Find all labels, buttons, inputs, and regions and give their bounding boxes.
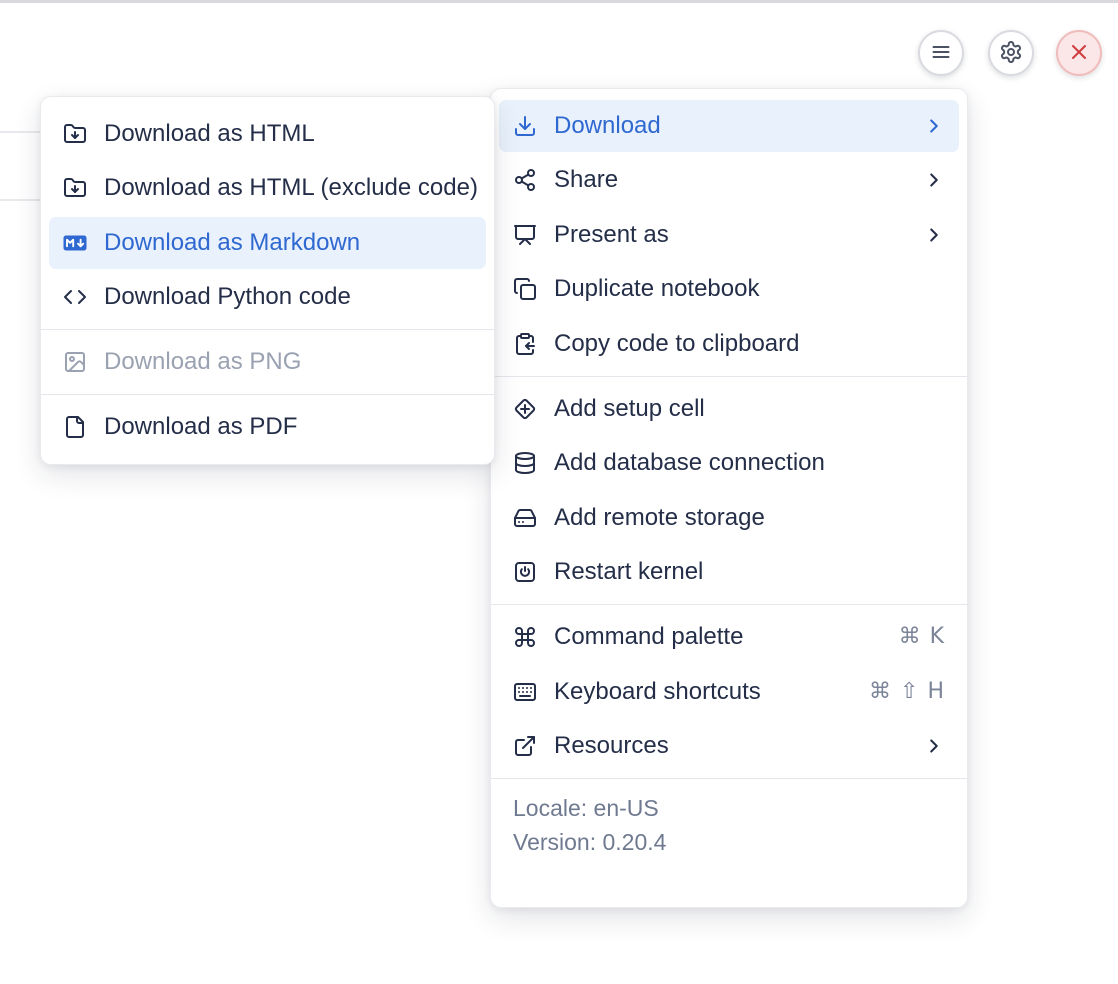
menu-divider: [491, 376, 967, 377]
menu-item-label: Download Python code: [104, 285, 351, 309]
command-icon: [513, 625, 537, 649]
square-power-icon: [513, 560, 537, 584]
menu-item-add-database-connection[interactable]: Add database connection: [499, 437, 959, 489]
menu-item-download-as-markdown[interactable]: Download as Markdown: [49, 217, 486, 269]
menu-item-download-as-pdf[interactable]: Download as PDF: [49, 401, 486, 453]
menu-item-copy-code-to-clipboard[interactable]: Copy code to clipboard: [499, 318, 959, 370]
notebook-actions-button[interactable]: [918, 30, 964, 76]
menu-item-label: Keyboard shortcuts: [554, 680, 761, 704]
menu-footer: Locale: en-US Version: 0.20.4: [499, 785, 959, 859]
background-cell-line: [0, 199, 41, 201]
menu-divider: [41, 329, 494, 330]
menu-item-label: Share: [554, 168, 618, 192]
markdown-icon: [63, 231, 87, 255]
menu-item-label: Download as HTML (exclude code): [104, 176, 478, 200]
menu-item-shortcut: ⌘ K: [899, 626, 945, 648]
duplicate-icon: [513, 277, 537, 301]
version-text: Version: 0.20.4: [513, 825, 945, 859]
image-icon: [63, 350, 87, 374]
menu-item-label: Add database connection: [554, 451, 825, 475]
menu-item-label: Add remote storage: [554, 506, 765, 530]
menu-divider: [491, 604, 967, 605]
shutdown-button[interactable]: [1056, 30, 1102, 76]
menu-item-label: Download as HTML: [104, 122, 315, 146]
menu-divider: [41, 394, 494, 395]
menu-item-label: Copy code to clipboard: [554, 332, 799, 356]
menu-divider: [491, 778, 967, 779]
menu-item-label: Resources: [554, 734, 669, 758]
menu-item-label: Download as PDF: [104, 415, 297, 439]
menu-item-restart-kernel[interactable]: Restart kernel: [499, 546, 959, 598]
folder-down-icon: [63, 122, 87, 146]
download-submenu: Download as HTML Download as HTML (exclud…: [40, 96, 495, 465]
hamburger-icon: [929, 40, 953, 67]
menu-item-label: Download: [554, 114, 661, 138]
keyboard-icon: [513, 680, 537, 704]
close-icon: [1067, 40, 1091, 67]
window-top-border: [0, 0, 1118, 3]
background-cell-line: [0, 131, 41, 133]
menu-item-label: Add setup cell: [554, 397, 705, 421]
database-icon: [513, 451, 537, 475]
menu-item-label: Download as Markdown: [104, 231, 360, 255]
notebook-menu: Download Share Present as Duplicate noteboo…: [490, 88, 968, 908]
menu-item-shortcut: ⌘ ⇧ H: [869, 681, 945, 703]
chevron-right-icon: [923, 169, 945, 191]
menu-item-label: Present as: [554, 223, 669, 247]
settings-button[interactable]: [988, 30, 1034, 76]
hard-drive-icon: [513, 506, 537, 530]
menu-item-duplicate-notebook[interactable]: Duplicate notebook: [499, 263, 959, 315]
menu-item-download-as-html-exclude-code[interactable]: Download as HTML (exclude code): [49, 162, 486, 214]
menu-item-label: Restart kernel: [554, 560, 703, 584]
menu-item-add-setup-cell[interactable]: Add setup cell: [499, 383, 959, 435]
gear-icon: [999, 40, 1023, 67]
external-link-icon: [513, 734, 537, 758]
presentation-icon: [513, 223, 537, 247]
share-icon: [513, 168, 537, 192]
menu-item-share[interactable]: Share: [499, 154, 959, 206]
menu-item-download-python-code[interactable]: Download Python code: [49, 271, 486, 323]
chevron-right-icon: [923, 735, 945, 757]
clipboard-copy-icon: [513, 332, 537, 356]
folder-down-icon: [63, 176, 87, 200]
chevron-right-icon: [923, 115, 945, 137]
menu-item-resources[interactable]: Resources: [499, 720, 959, 772]
menu-item-label: Download as PNG: [104, 350, 301, 374]
menu-item-command-palette[interactable]: Command palette ⌘ K: [499, 611, 959, 663]
menu-item-keyboard-shortcuts[interactable]: Keyboard shortcuts ⌘ ⇧ H: [499, 666, 959, 718]
file-icon: [63, 415, 87, 439]
menu-item-label: Command palette: [554, 625, 743, 649]
menu-item-label: Duplicate notebook: [554, 277, 759, 301]
locale-text: Locale: en-US: [513, 791, 945, 825]
code-icon: [63, 285, 87, 309]
download-icon: [513, 114, 537, 138]
menu-item-download-as-png: Download as PNG: [49, 336, 486, 388]
menu-item-add-remote-storage[interactable]: Add remote storage: [499, 492, 959, 544]
menu-item-present-as[interactable]: Present as: [499, 209, 959, 261]
chevron-right-icon: [923, 224, 945, 246]
diamond-plus-icon: [513, 397, 537, 421]
menu-item-download[interactable]: Download: [499, 100, 959, 152]
menu-item-download-as-html[interactable]: Download as HTML: [49, 108, 486, 160]
